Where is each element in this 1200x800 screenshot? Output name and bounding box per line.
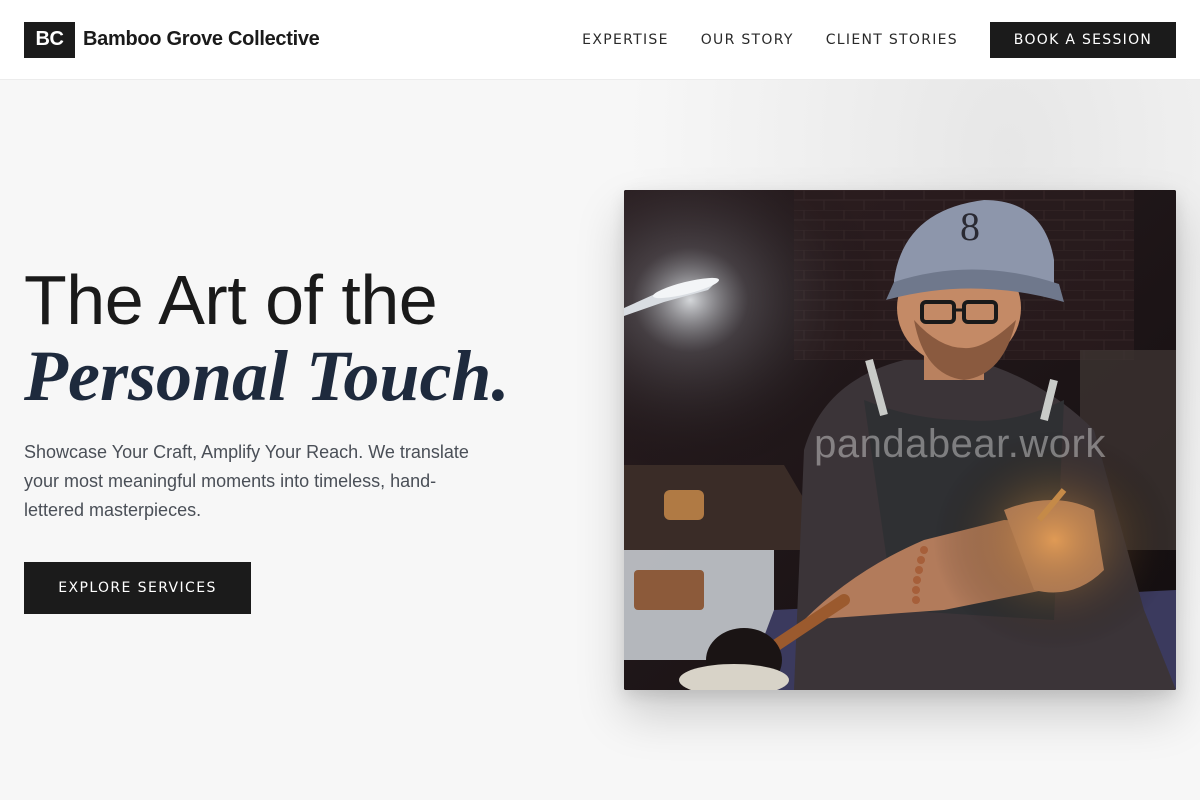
nav-link-client-stories[interactable]: CLIENT STORIES: [826, 32, 958, 48]
headline-line-1: The Art of the: [24, 261, 438, 339]
main-nav: EXPERTISE OUR STORY CLIENT STORIES BOOK …: [582, 21, 1176, 58]
brand-name: Bamboo Grove Collective: [83, 28, 320, 50]
hero-headline: The Art of the Personal Touch.: [24, 262, 544, 414]
brand-logo[interactable]: BC Bamboo Grove Collective: [24, 21, 320, 58]
book-session-button[interactable]: BOOK A SESSION: [990, 21, 1176, 58]
hero-text: The Art of the Personal Touch. Showcase …: [24, 262, 544, 525]
hero-photo: 8 pandabear.work: [624, 190, 1176, 690]
headline-line-2: Personal Touch.: [24, 336, 510, 416]
nav-link-our-story[interactable]: OUR STORY: [701, 32, 794, 48]
image-watermark: pandabear.work: [814, 422, 1106, 466]
explore-services-button[interactable]: EXPLORE SERVICES: [24, 562, 251, 614]
site-header: BC Bamboo Grove Collective EXPERTISE OUR…: [0, 0, 1200, 80]
brand-mark: BC: [24, 21, 75, 58]
nav-link-expertise[interactable]: EXPERTISE: [582, 32, 669, 48]
hero-subtext: Showcase Your Craft, Amplify Your Reach.…: [24, 442, 469, 520]
